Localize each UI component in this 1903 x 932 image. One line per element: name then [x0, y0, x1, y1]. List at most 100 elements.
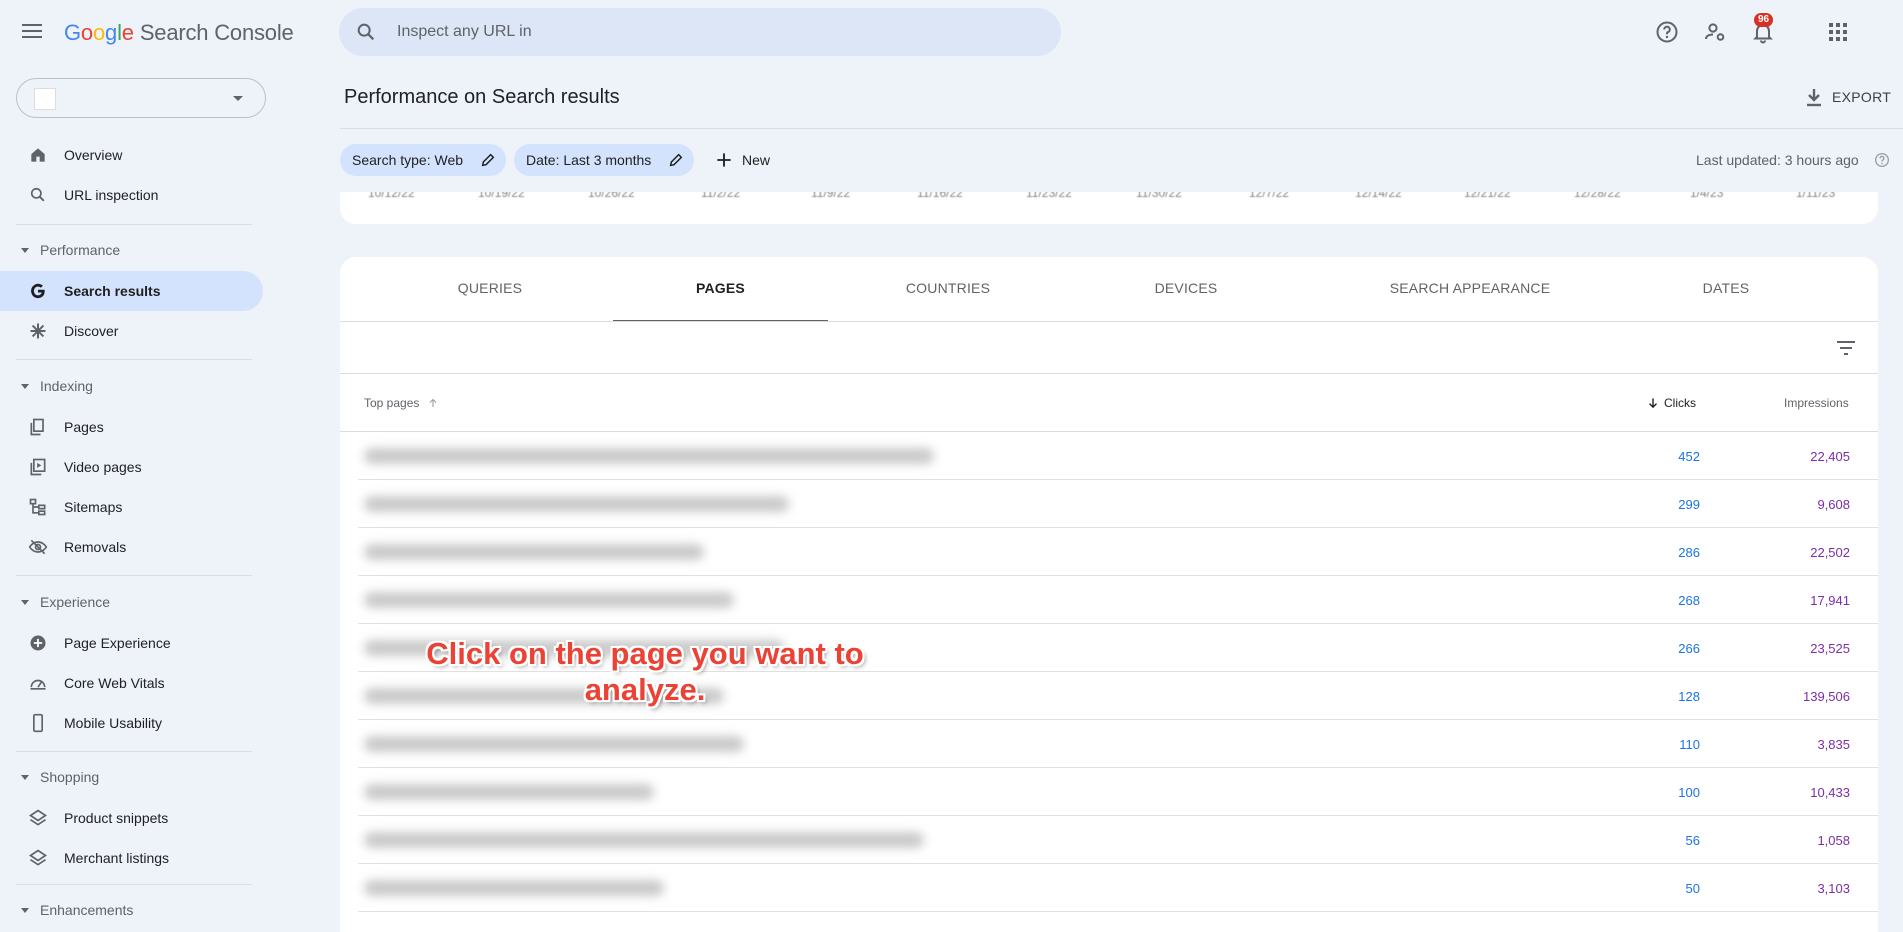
new-filter-button[interactable]: New: [710, 144, 782, 176]
redacted-page-url: [364, 832, 924, 848]
search-type-chip[interactable]: Search type: Web: [340, 144, 506, 176]
table-row[interactable]: 286 22,502: [340, 528, 1878, 576]
date-range-chip[interactable]: Date: Last 3 months: [514, 144, 694, 176]
chart-x-tick: 1/11/23: [1796, 192, 1836, 200]
sidebar-divider: [16, 359, 252, 360]
table-row[interactable]: 299 9,608: [340, 480, 1878, 528]
table-row[interactable]: 268 17,941: [340, 576, 1878, 624]
tutorial-annotation: Click on the page you want to analyze.: [426, 636, 864, 707]
column-header-clicks[interactable]: Clicks: [1646, 396, 1696, 410]
chevron-down-icon: [233, 96, 243, 101]
column-header-impressions[interactable]: Impressions: [1784, 396, 1849, 410]
header-divider: [340, 128, 1903, 129]
plus-icon: [717, 153, 731, 167]
table-row[interactable]: 452 22,405: [340, 432, 1878, 480]
collapse-arrow-icon: [21, 600, 29, 605]
sidebar-divider: [16, 224, 252, 225]
sidebar-item-search-results[interactable]: Search results: [0, 271, 263, 311]
collapse-arrow-icon: [21, 384, 29, 389]
hamburger-menu-icon[interactable]: [20, 20, 44, 44]
edit-pencil-icon: [481, 153, 495, 167]
sidebar-divider: [16, 884, 252, 885]
column-header-top-pages[interactable]: Top pages: [364, 396, 439, 410]
filter-divider: [340, 373, 1878, 374]
sidebar-item-mobile-usability[interactable]: Mobile Usability: [0, 703, 263, 743]
sidebar-item-core-web-vitals[interactable]: Core Web Vitals: [0, 663, 263, 703]
collapse-arrow-icon: [21, 908, 29, 913]
layers-icon: [28, 849, 48, 866]
url-inspection-search[interactable]: [339, 8, 1061, 56]
home-icon: [31, 148, 45, 162]
sitemap-icon: [29, 498, 46, 516]
dimensions-table-card: QUERIES PAGES COUNTRIES DEVICES SEARCH A…: [340, 257, 1878, 932]
redacted-page-url: [364, 448, 934, 464]
collapse-arrow-icon: [21, 248, 29, 253]
phone-icon: [33, 713, 43, 733]
redacted-page-url: [364, 496, 789, 512]
tab-pages[interactable]: PAGES: [613, 257, 828, 322]
sidebar-item-page-experience[interactable]: Page Experience: [0, 623, 263, 663]
google-g-icon: [31, 283, 45, 299]
video-pages-icon: [30, 458, 46, 476]
page-title: Performance on Search results: [344, 86, 620, 108]
sidebar-item-discover[interactable]: Discover: [0, 311, 263, 351]
sidebar-item-pages[interactable]: Pages: [0, 407, 263, 447]
last-updated-text: Last updated: 3 hours ago: [1696, 152, 1859, 168]
performance-chart-card: 10/12/22 10/19/22 10/26/22 11/2/22 11/9/…: [340, 192, 1878, 224]
redacted-page-url: [364, 736, 744, 752]
sidebar-item-overview[interactable]: Overview: [0, 135, 263, 175]
sidebar-section-performance[interactable]: Performance: [0, 238, 252, 262]
table-row[interactable]: 56 1,058: [340, 816, 1878, 864]
collapse-arrow-icon: [21, 775, 29, 780]
sidebar-item-product-snippets[interactable]: Product snippets: [0, 798, 263, 838]
chart-x-tick: 1/4/23: [1690, 192, 1724, 200]
filter-rows-icon[interactable]: [1834, 336, 1858, 360]
sidebar-item-video-pages[interactable]: Video pages: [0, 447, 263, 487]
sidebar-item-url-inspection[interactable]: URL inspection: [0, 175, 263, 215]
chart-x-tick: 11/9/22: [811, 192, 851, 200]
sidebar-section-enhancements[interactable]: Enhancements: [0, 898, 252, 922]
sidebar-section-experience[interactable]: Experience: [0, 590, 252, 614]
tab-countries[interactable]: COUNTRIES: [858, 257, 1038, 321]
download-icon: [1807, 89, 1821, 107]
property-selector[interactable]: [16, 78, 266, 118]
help-icon[interactable]: [1874, 152, 1890, 168]
table-row[interactable]: 100 10,433: [340, 768, 1878, 816]
table-row[interactable]: 50 3,103: [340, 864, 1878, 912]
sidebar: Overview URL inspection Performance Sear…: [0, 64, 272, 932]
search-icon: [30, 187, 45, 202]
plus-circle-icon: [30, 635, 46, 651]
chart-x-tick: 10/19/22: [478, 192, 525, 200]
top-bar: GoogleSearch Console 96: [0, 0, 1903, 64]
chart-x-tick: 11/16/22: [917, 192, 963, 200]
tab-divider: [340, 321, 1878, 322]
edit-pencil-icon: [669, 153, 683, 167]
sidebar-section-shopping[interactable]: Shopping: [0, 765, 252, 789]
sort-arrow-down-icon: [1649, 398, 1657, 409]
tab-devices[interactable]: DEVICES: [1096, 257, 1276, 321]
help-icon[interactable]: [1655, 20, 1679, 44]
search-icon: [357, 23, 375, 41]
search-console-logo[interactable]: Google Search Console: [64, 20, 294, 46]
notification-count-badge: 96: [1754, 13, 1774, 27]
sidebar-section-indexing[interactable]: Indexing: [0, 374, 252, 398]
sidebar-item-removals[interactable]: Removals: [0, 527, 263, 567]
tab-queries[interactable]: QUERIES: [400, 257, 580, 321]
chart-x-tick: 12/14/22: [1355, 192, 1402, 200]
user-settings-icon[interactable]: [1703, 20, 1727, 44]
table-row[interactable]: 110 3,835: [340, 720, 1878, 768]
chart-x-tick: 11/30/22: [1136, 192, 1182, 200]
apps-grid-icon[interactable]: [1826, 20, 1850, 44]
redacted-page-url: [364, 592, 734, 608]
sidebar-item-sitemaps[interactable]: Sitemaps: [0, 487, 263, 527]
search-input[interactable]: [397, 8, 1037, 56]
chart-x-tick: 12/21/22: [1464, 192, 1511, 200]
chart-x-tick: 10/26/22: [588, 192, 635, 200]
sidebar-item-merchant-listings[interactable]: Merchant listings: [0, 838, 263, 878]
sidebar-divider: [16, 575, 252, 576]
asterisk-icon: [30, 323, 46, 339]
tab-dates[interactable]: DATES: [1636, 257, 1816, 321]
tab-search-appearance[interactable]: SEARCH APPEARANCE: [1340, 257, 1600, 321]
redacted-page-url: [364, 544, 704, 560]
eye-off-icon: [28, 539, 48, 555]
